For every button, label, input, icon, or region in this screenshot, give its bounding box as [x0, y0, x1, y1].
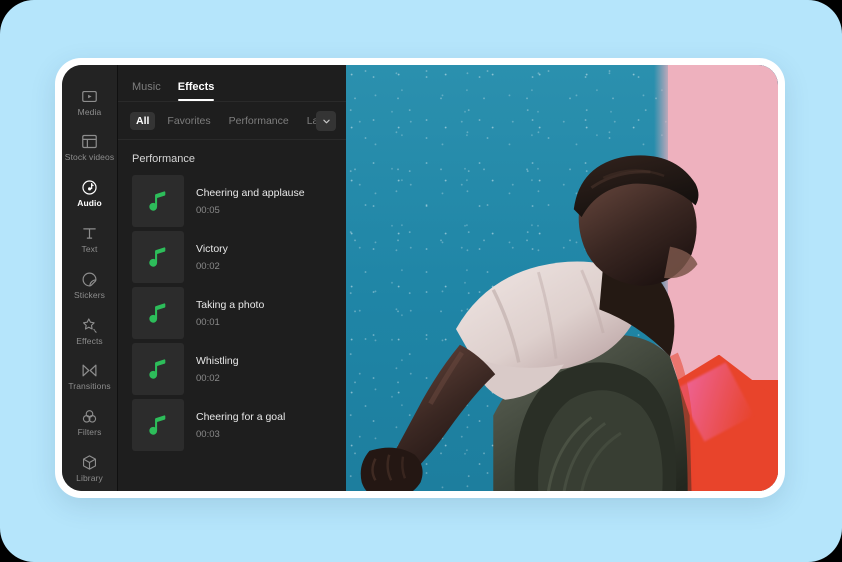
effect-duration: 00:01 — [196, 316, 220, 328]
chip-all[interactable]: All — [130, 112, 156, 130]
effect-duration: 00:05 — [196, 204, 220, 216]
category-filter-row: All Favorites Performance Laugh — [118, 102, 346, 140]
stock-videos-icon — [81, 133, 98, 150]
sidebar-item-text[interactable]: Text — [62, 216, 118, 262]
effect-title: Cheering and applause — [196, 186, 305, 199]
list-item[interactable]: Taking a photo 00:01 — [118, 285, 346, 341]
effect-thumbnail — [132, 343, 184, 395]
media-icon — [81, 88, 98, 105]
sidebar-item-label: Audio — [77, 198, 102, 209]
sidebar-item-filters[interactable]: Filters — [62, 399, 118, 445]
stickers-icon — [81, 271, 98, 288]
effect-thumbnail — [132, 287, 184, 339]
effect-thumbnail — [132, 175, 184, 227]
effect-duration: 00:02 — [196, 372, 220, 384]
tab-music[interactable]: Music — [132, 81, 161, 101]
sidebar-item-media[interactable]: Media — [62, 79, 118, 125]
chip-favorites[interactable]: Favorites — [161, 112, 216, 130]
sidebar-item-label: Stock videos — [64, 152, 115, 163]
music-note-icon — [146, 189, 170, 213]
effect-thumbnail — [132, 399, 184, 451]
sidebar-item-effects[interactable]: Effects — [62, 308, 118, 354]
effect-duration: 00:03 — [196, 428, 220, 440]
sidebar-item-transitions[interactable]: Transitions — [62, 354, 118, 400]
effect-meta: Whistling 00:02 — [196, 355, 239, 384]
effect-meta: Taking a photo 00:01 — [196, 299, 264, 328]
category-expand-button[interactable] — [316, 111, 336, 131]
tab-effects[interactable]: Effects — [177, 81, 214, 101]
panel-tabs: Music Effects — [118, 65, 346, 102]
list-item[interactable]: Whistling 00:02 — [118, 341, 346, 397]
transitions-icon — [81, 362, 98, 379]
sidebar-item-label: Filters — [77, 427, 102, 438]
sidebar-item-label: Text — [81, 243, 98, 254]
music-note-icon — [146, 357, 170, 381]
effects-icon — [81, 317, 98, 334]
effects-list: Cheering and applause 00:05 Victory 00:0… — [118, 173, 346, 491]
effects-browser-panel: Music Effects All Favorites Performance … — [118, 65, 346, 491]
effect-meta: Cheering for a goal 00:03 — [196, 411, 285, 440]
audio-icon — [81, 179, 98, 196]
effect-thumbnail — [132, 231, 184, 283]
effect-title: Cheering for a goal — [196, 410, 286, 423]
preview-subject-figure — [346, 65, 778, 491]
sidebar-item-label: Library — [76, 472, 103, 483]
sidebar-item-stickers[interactable]: Stickers — [62, 262, 118, 308]
chevron-down-icon — [322, 117, 331, 126]
sidebar-item-library[interactable]: Library — [62, 445, 118, 491]
music-note-icon — [146, 301, 170, 325]
sidebar-item-audio[interactable]: Audio — [62, 171, 118, 217]
sidebar-item-label: Stickers — [73, 289, 106, 300]
list-item[interactable]: Victory 00:02 — [118, 229, 346, 285]
sidebar-item-label: Effects — [76, 335, 103, 346]
sidebar-item-stock-videos[interactable]: Stock videos — [62, 125, 118, 171]
chip-performance[interactable]: Performance — [223, 112, 295, 130]
library-icon — [81, 454, 98, 471]
section-heading: Performance — [132, 153, 195, 165]
list-item[interactable]: Cheering for a goal 00:03 — [118, 397, 346, 453]
effect-duration: 00:02 — [196, 260, 220, 272]
effect-title: Victory — [196, 242, 228, 255]
page-canvas: Media Stock videos Audio Text Stickers E… — [0, 0, 842, 562]
text-icon — [81, 225, 98, 242]
list-item[interactable]: Cheering and applause 00:05 — [118, 173, 346, 229]
effect-meta: Cheering and applause 00:05 — [196, 187, 305, 216]
app-window: Media Stock videos Audio Text Stickers E… — [62, 65, 778, 491]
effect-meta: Victory 00:02 — [196, 243, 228, 272]
video-preview[interactable] — [346, 65, 778, 491]
app-window-frame: Media Stock videos Audio Text Stickers E… — [55, 58, 785, 498]
filters-icon — [81, 408, 98, 425]
sidebar-item-label: Media — [77, 106, 102, 117]
music-note-icon — [146, 245, 170, 269]
music-note-icon — [146, 413, 170, 437]
sidebar-item-label: Transitions — [68, 381, 111, 392]
effect-title: Taking a photo — [196, 298, 265, 311]
sidebar-rail: Media Stock videos Audio Text Stickers E… — [62, 65, 118, 491]
effect-title: Whistling — [196, 354, 239, 367]
